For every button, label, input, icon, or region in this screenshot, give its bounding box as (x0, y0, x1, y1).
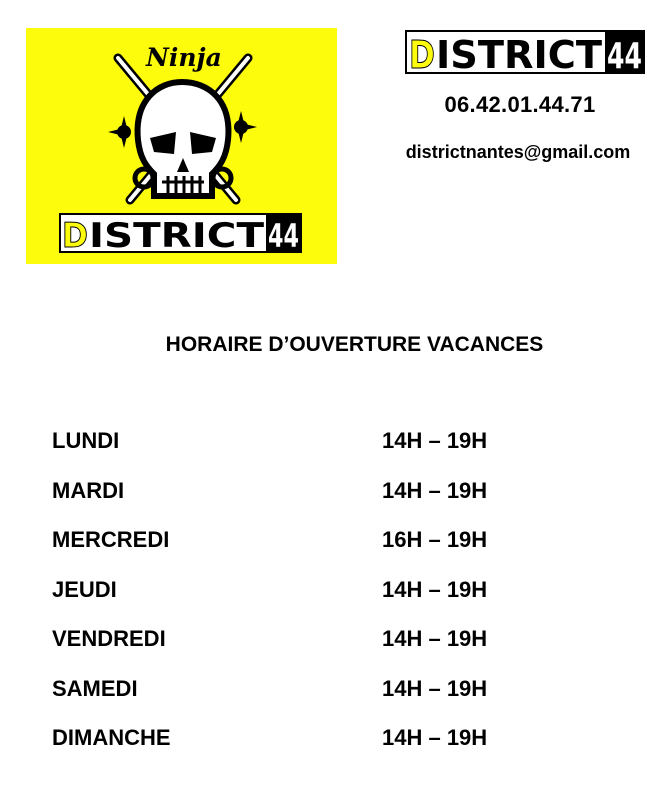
hours-row-tuesday: MARDI 14H – 19H (52, 478, 612, 528)
hours-row-saturday: SAMEDI 14H – 19H (52, 676, 612, 726)
district44-wordmark: D ISTRICT 44 (405, 30, 645, 74)
logo-brand-name: ISTRICT (89, 216, 265, 256)
wordmark-name: ISTRICT (436, 33, 602, 74)
district44-ninja-logo: Ninja D ISTRICT 44 (26, 28, 337, 264)
day-label: JEUDI (52, 576, 117, 602)
day-label: MARDI (52, 477, 125, 503)
hours-value: 14H – 19H (382, 626, 488, 651)
hours-row-monday: LUNDI 14H – 19H (52, 428, 612, 478)
hours-row-sunday: DIMANCHE 14H – 19H (52, 725, 612, 775)
phone-number: 06.42.01.44.71 (444, 92, 596, 117)
opening-hours-table: LUNDI 14H – 19H MARDI 14H – 19H MERCREDI… (52, 428, 612, 775)
hours-value: 16H – 19H (382, 527, 488, 552)
day-label: DIMANCHE (52, 725, 171, 750)
wordmark-prefix: D (409, 33, 435, 74)
hours-value: 14H – 19H (382, 428, 488, 453)
day-label: MERCREDI (52, 527, 170, 552)
day-label: VENDREDI (52, 626, 166, 651)
hours-value: 14H – 19H (382, 477, 488, 503)
email-address: districtnantes@gmail.com (405, 142, 631, 162)
hours-row-wednesday: MERCREDI 16H – 19H (52, 527, 612, 577)
logo-brand-number: 44 (268, 217, 299, 255)
hours-row-thursday: JEUDI 14H – 19H (52, 577, 612, 627)
hours-value: 14H – 19H (382, 576, 488, 602)
wordmark-number: 44 (607, 36, 642, 74)
logo-ninja-text: Ninja (145, 43, 222, 72)
hours-value: 14H – 19H (382, 725, 488, 750)
day-label: SAMEDI (52, 675, 138, 701)
skull-swords-icon: Ninja D ISTRICT 44 (59, 43, 302, 257)
schedule-title: HORAIRE D’OUVERTURE VACANCES (165, 333, 544, 356)
day-label: LUNDI (52, 428, 120, 453)
logo-brand-prefix: D (62, 216, 88, 256)
hours-value: 14H – 19H (382, 675, 488, 701)
hours-row-friday: VENDREDI 14H – 19H (52, 626, 612, 676)
